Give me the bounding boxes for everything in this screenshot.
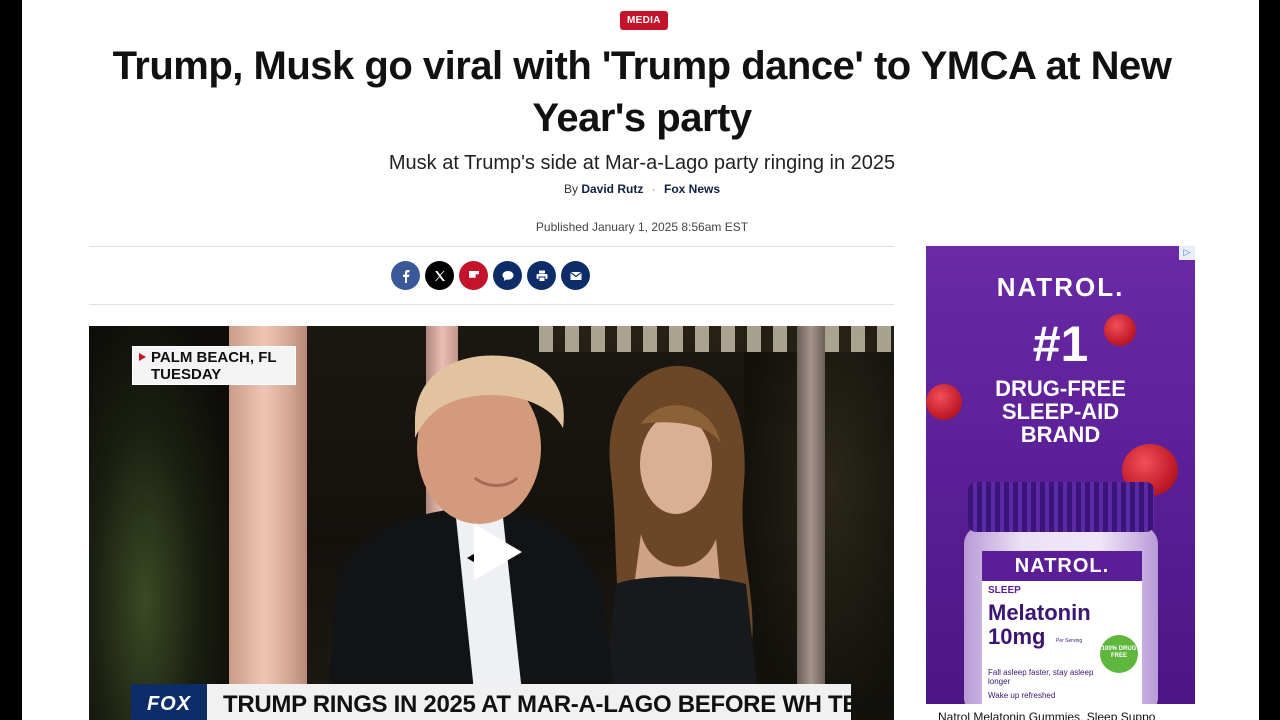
label-dose: 10mg [988, 624, 1046, 649]
byline: By David Rutz · Fox News [22, 181, 1259, 197]
x-icon [434, 270, 445, 281]
fox-logo: FOX [131, 684, 207, 720]
share-email-button[interactable] [561, 261, 590, 290]
ad-tagline-line: SLEEP-AID [1001, 399, 1120, 424]
byline-separator: · [651, 182, 656, 196]
play-icon[interactable] [474, 524, 522, 580]
share-bar [391, 261, 590, 290]
share-flipboard-button[interactable] [459, 261, 488, 290]
share-x-button[interactable] [425, 261, 454, 290]
article-headline: Trump, Musk go viral with 'Trump dance' … [112, 44, 1172, 140]
location-day: TUESDAY [151, 366, 222, 383]
ad-tagline-line: BRAND [1020, 422, 1101, 447]
divider-bottom [89, 304, 894, 305]
chyron: FOX TRUMP RINGS IN 2025 AT MAR-A-LAGO BE… [131, 684, 894, 720]
print-icon [536, 270, 547, 282]
video-figure-man [327, 355, 617, 720]
ad-tagline: DRUG-FREE SLEEP-AID BRAND [926, 377, 1195, 446]
video-player[interactable]: PALM BEACH, FL TUESDAY FOX TRUMP RINGS I… [89, 326, 894, 720]
article-page: MEDIA Trump, Musk go viral with 'Trump d… [22, 0, 1259, 720]
label-product: Melatonin [988, 600, 1091, 625]
category-badge[interactable]: MEDIA [620, 11, 668, 30]
advertisement[interactable]: ▷ NATROL. #1 DRUG-FREE SLEEP-AID BRAND N… [926, 246, 1195, 704]
location-city: PALM BEACH, FL [151, 349, 277, 366]
product-label: NATROL. SLEEP Melatonin 10mg Per Serving… [982, 551, 1142, 704]
video-background-foliage [89, 326, 229, 720]
label-sleep: SLEEP [988, 585, 1021, 596]
ad-rank: #1 [1032, 316, 1089, 372]
label-brand: NATROL. [982, 551, 1142, 581]
location-arrow-icon [139, 353, 146, 361]
ad-tagline-line: DRUG-FREE [995, 376, 1126, 401]
comment-icon [502, 270, 513, 281]
chyron-text: TRUMP RINGS IN 2025 AT MAR-A-LAGO BEFORE… [223, 691, 894, 718]
published-date: Published January 1, 2025 8:56am EST [535, 220, 749, 234]
gummy-icon [1104, 314, 1136, 346]
location-tag: PALM BEACH, FL TUESDAY [132, 346, 296, 385]
share-facebook-button[interactable] [391, 261, 420, 290]
share-comments-button[interactable] [493, 261, 522, 290]
article-subhead: Musk at Trump's side at Mar-a-Lago party… [388, 152, 896, 174]
email-icon [569, 271, 582, 280]
video-pillar [797, 326, 825, 720]
label-serving: Per Serving [1056, 638, 1083, 644]
ad-caption-link[interactable]: Natrol Melatonin Gummies, Sleep Suppo [938, 710, 1198, 720]
gummy-icon [926, 384, 962, 420]
product-jar-lid [968, 482, 1154, 532]
drug-free-badge: 100% DRUG FREE [1100, 635, 1138, 673]
video-pillar [229, 326, 307, 720]
publisher-link[interactable]: Fox News [664, 182, 720, 196]
divider-top [89, 246, 894, 247]
flipboard-icon [468, 270, 479, 278]
ad-brand: NATROL. [996, 272, 1125, 302]
label-bullet: Wake up refreshed [988, 691, 1056, 700]
author-link[interactable]: David Rutz [581, 182, 643, 196]
label-bullet: Fall asleep faster, stay asleep longer [988, 668, 1094, 686]
adchoices-icon[interactable]: ▷ [1179, 246, 1195, 260]
facebook-icon [402, 269, 409, 283]
share-print-button[interactable] [527, 261, 556, 290]
byline-prefix: By [563, 182, 578, 196]
